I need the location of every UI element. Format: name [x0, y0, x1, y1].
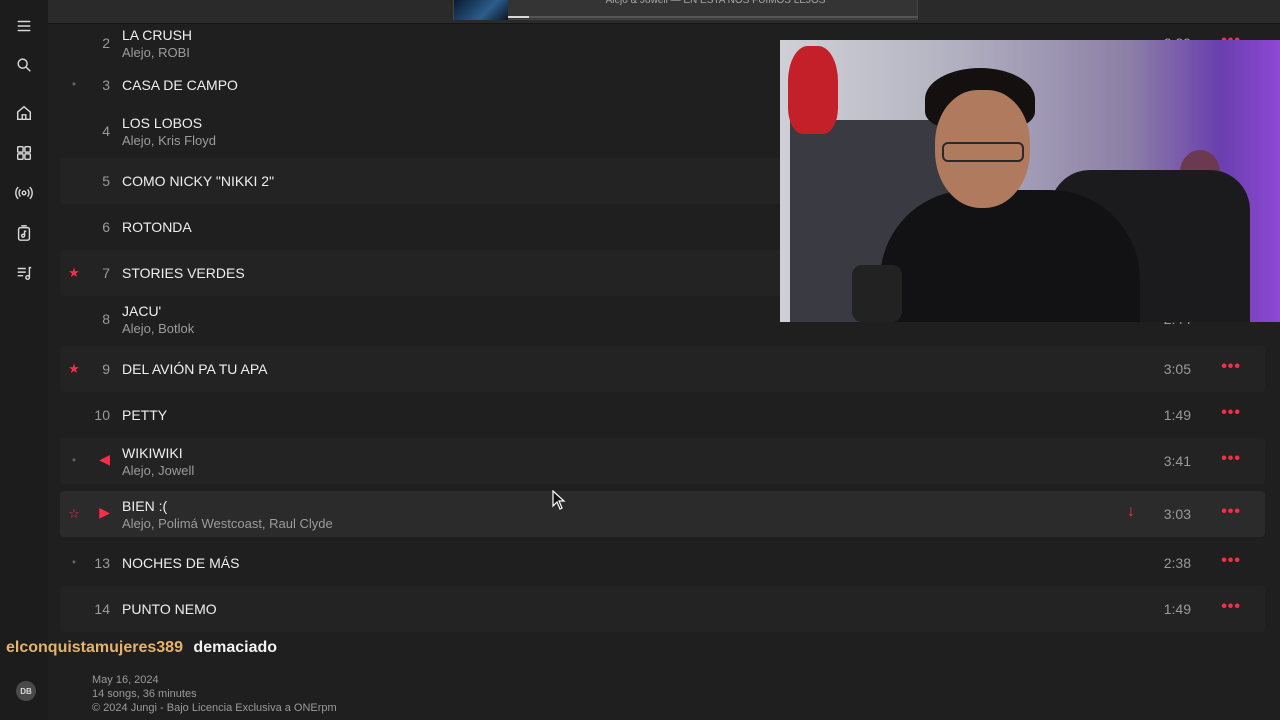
track-duration: 1:49 — [1163, 601, 1191, 617]
release-date: May 16, 2024 — [92, 674, 159, 686]
play-icon[interactable]: ▶ — [88, 504, 110, 521]
track-duration: 2:38 — [1163, 555, 1191, 571]
track-title: PUNTO NEMO — [122, 601, 217, 617]
track-artist: Alejo, ROBI — [122, 45, 190, 60]
track-row[interactable]: 10 PETTY 1:49 ••• — [60, 392, 1265, 438]
more-options-button[interactable]: ••• — [1221, 552, 1241, 570]
track-duration: 3:05 — [1163, 361, 1191, 377]
track-artist: Alejo, Botlok — [122, 321, 195, 336]
album-summary: 14 songs, 36 minutes — [92, 688, 197, 700]
track-title: LA CRUSH — [122, 27, 193, 43]
webcam-overlay — [780, 40, 1280, 322]
track-row[interactable]: • ◀ WIKIWIKI Alejo, Jowell 3:41 ••• — [60, 438, 1265, 484]
track-row[interactable]: • 13 NOCHES DE MÁS 2:38 ••• — [60, 540, 1265, 586]
playback-progress-fill — [508, 16, 529, 18]
track-title: BIEN :( — [122, 498, 168, 514]
track-title: DEL AVIÓN PA TU APA — [122, 361, 268, 377]
track-status-icon: • — [71, 453, 77, 467]
track-artist: Alejo, Jowell — [122, 463, 195, 478]
radio-icon[interactable] — [14, 183, 34, 203]
track-status-icon: • — [71, 77, 77, 91]
now-playing-text: Alejo & Jowell — EN ESTA NOS FUIMOS LEJO… — [605, 0, 826, 6]
more-options-button[interactable]: ••• — [1221, 404, 1241, 422]
track-row[interactable]: 14 PUNTO NEMO 1:49 ••• — [60, 586, 1265, 632]
track-number: 3 — [102, 77, 110, 93]
sidebar — [0, 0, 48, 720]
chat-message: elconquistamujeres389 demaciado — [6, 639, 277, 657]
speaker-icon: ◀ — [99, 451, 110, 467]
now-playing-artwork — [454, 0, 508, 20]
more-options-button[interactable]: ••• — [1221, 450, 1241, 468]
library-icon[interactable] — [14, 223, 34, 243]
menu-icon[interactable] — [14, 16, 34, 36]
track-artist: Alejo, Polimá Westcoast, Raul Clyde — [122, 516, 333, 531]
track-number: 8 — [102, 311, 110, 327]
track-title: JACU' — [122, 303, 162, 319]
track-title: ROTONDA — [122, 219, 192, 235]
track-duration: 3:03 — [1163, 506, 1191, 522]
track-number: 9 — [102, 361, 110, 377]
track-title: CASA DE CAMPO — [122, 77, 238, 93]
avatar[interactable]: DB — [16, 681, 36, 701]
track-number: 10 — [94, 407, 110, 423]
playback-progress[interactable] — [508, 16, 918, 18]
track-number: 14 — [94, 601, 110, 617]
mouse-cursor-icon — [552, 490, 566, 510]
track-title: WIKIWIKI — [122, 445, 183, 461]
copyright: © 2024 Jungi - Bajo Licencia Exclusiva a… — [92, 702, 337, 714]
track-duration: 3:41 — [1163, 453, 1191, 469]
track-title: COMO NICKY "NIKKI 2" — [122, 173, 275, 189]
track-number: 7 — [102, 265, 110, 281]
track-number: 6 — [102, 219, 110, 235]
track-number: 4 — [102, 123, 110, 139]
track-title: LOS LOBOS — [122, 115, 203, 131]
track-status-icon: ★ — [68, 265, 80, 280]
track-number: 5 — [102, 173, 110, 189]
now-playing[interactable]: Alejo & Jowell — EN ESTA NOS FUIMOS LEJO… — [453, 0, 918, 20]
track-status-icon: • — [71, 555, 77, 569]
track-title: NOCHES DE MÁS — [122, 555, 240, 571]
track-duration: 1:49 — [1163, 407, 1191, 423]
track-status-icon: ☆ — [68, 506, 80, 521]
track-number: 2 — [102, 35, 110, 51]
track-status-icon: ★ — [68, 361, 80, 376]
track-title: STORIES VERDES — [122, 265, 245, 281]
home-icon[interactable] — [14, 103, 34, 123]
playlist-icon[interactable] — [14, 263, 34, 283]
track-artist: Alejo, Kris Floyd — [122, 133, 216, 148]
chat-username: elconquistamujeres389 — [6, 639, 183, 656]
track-number: 13 — [94, 555, 110, 571]
track-row[interactable]: ★ 9 DEL AVIÓN PA TU APA 3:05 ••• — [60, 346, 1265, 392]
track-title: PETTY — [122, 407, 168, 423]
track-row[interactable]: ☆ ▶ BIEN :( Alejo, Polimá Westcoast, Raul C… — [60, 491, 1265, 537]
chat-text: demaciado — [193, 639, 278, 656]
more-options-button[interactable]: ••• — [1221, 358, 1241, 376]
more-options-button[interactable]: ••• — [1221, 598, 1241, 616]
download-icon[interactable]: ↓ — [1127, 503, 1135, 521]
more-options-button[interactable]: ••• — [1221, 503, 1241, 521]
search-icon[interactable] — [14, 55, 34, 75]
grid-icon[interactable] — [14, 143, 34, 163]
